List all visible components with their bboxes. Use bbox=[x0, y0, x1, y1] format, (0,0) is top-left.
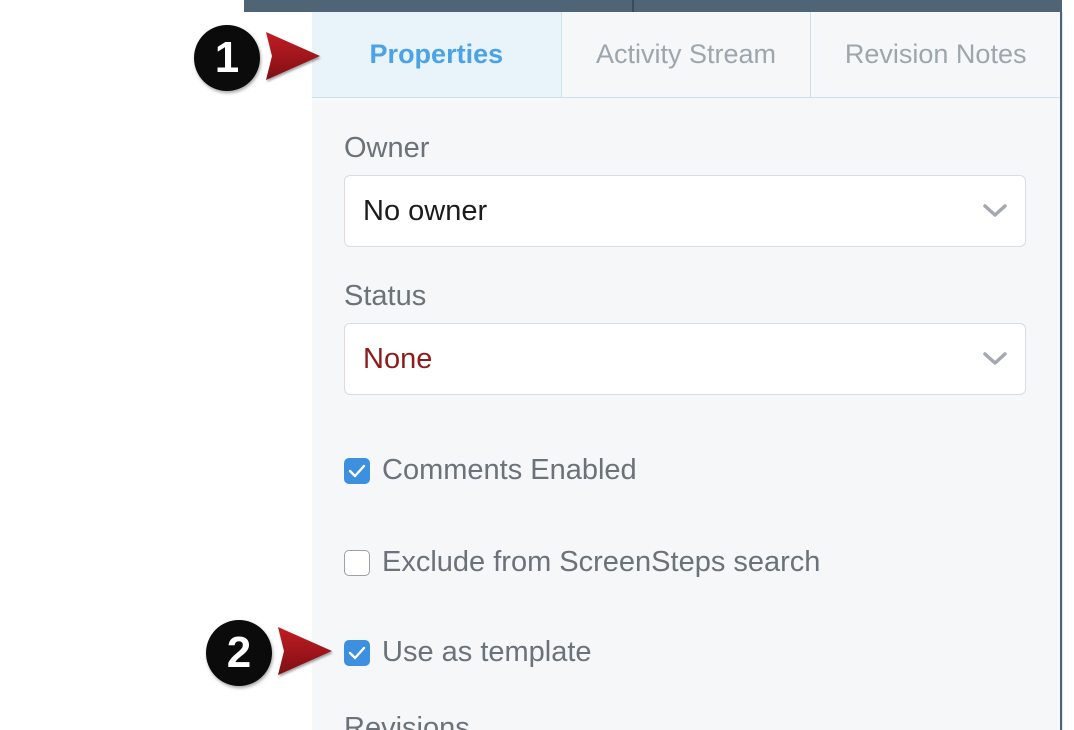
use-as-template-label: Use as template bbox=[382, 636, 592, 668]
comments-enabled-label: Comments Enabled bbox=[382, 454, 637, 486]
exclude-search-option: Exclude from ScreenSteps search bbox=[344, 546, 820, 579]
use-as-template-checkbox[interactable] bbox=[344, 639, 370, 666]
scrollbar-track[interactable] bbox=[1062, 12, 1074, 730]
red-arrow-icon bbox=[278, 627, 332, 675]
tab-activity-stream[interactable]: Activity Stream bbox=[562, 12, 812, 97]
status-label: Status bbox=[344, 280, 427, 312]
owner-select-value: No owner bbox=[363, 194, 488, 227]
top-bar-divider bbox=[632, 0, 634, 12]
checkmark-icon bbox=[348, 464, 366, 477]
exclude-search-checkbox[interactable] bbox=[344, 549, 370, 576]
revisions-label: Revisions bbox=[344, 712, 470, 730]
checkmark-icon bbox=[348, 646, 366, 659]
comments-enabled-option: Comments Enabled bbox=[344, 454, 637, 487]
status-select[interactable]: None bbox=[344, 323, 1026, 395]
tab-properties[interactable]: Properties bbox=[312, 12, 562, 97]
app-top-bar bbox=[244, 0, 1062, 12]
status-select-value: None bbox=[363, 342, 433, 375]
owner-label: Owner bbox=[344, 132, 430, 164]
comments-enabled-checkbox[interactable] bbox=[344, 457, 370, 484]
screenshot-stage: Properties Activity Stream Revision Note… bbox=[0, 0, 1074, 730]
owner-select[interactable]: No owner bbox=[344, 175, 1026, 247]
panel-tabs: Properties Activity Stream Revision Note… bbox=[312, 12, 1060, 98]
chevron-down-icon bbox=[965, 351, 1025, 367]
callout-badge-2: 2 bbox=[206, 620, 272, 686]
exclude-search-label: Exclude from ScreenSteps search bbox=[382, 546, 821, 578]
properties-panel: Properties Activity Stream Revision Note… bbox=[312, 12, 1060, 730]
tab-revision-notes[interactable]: Revision Notes bbox=[811, 12, 1060, 97]
red-arrow-icon bbox=[266, 32, 320, 80]
use-as-template-option: Use as template bbox=[344, 636, 592, 669]
chevron-down-icon bbox=[965, 203, 1025, 219]
callout-badge-1: 1 bbox=[194, 25, 260, 91]
